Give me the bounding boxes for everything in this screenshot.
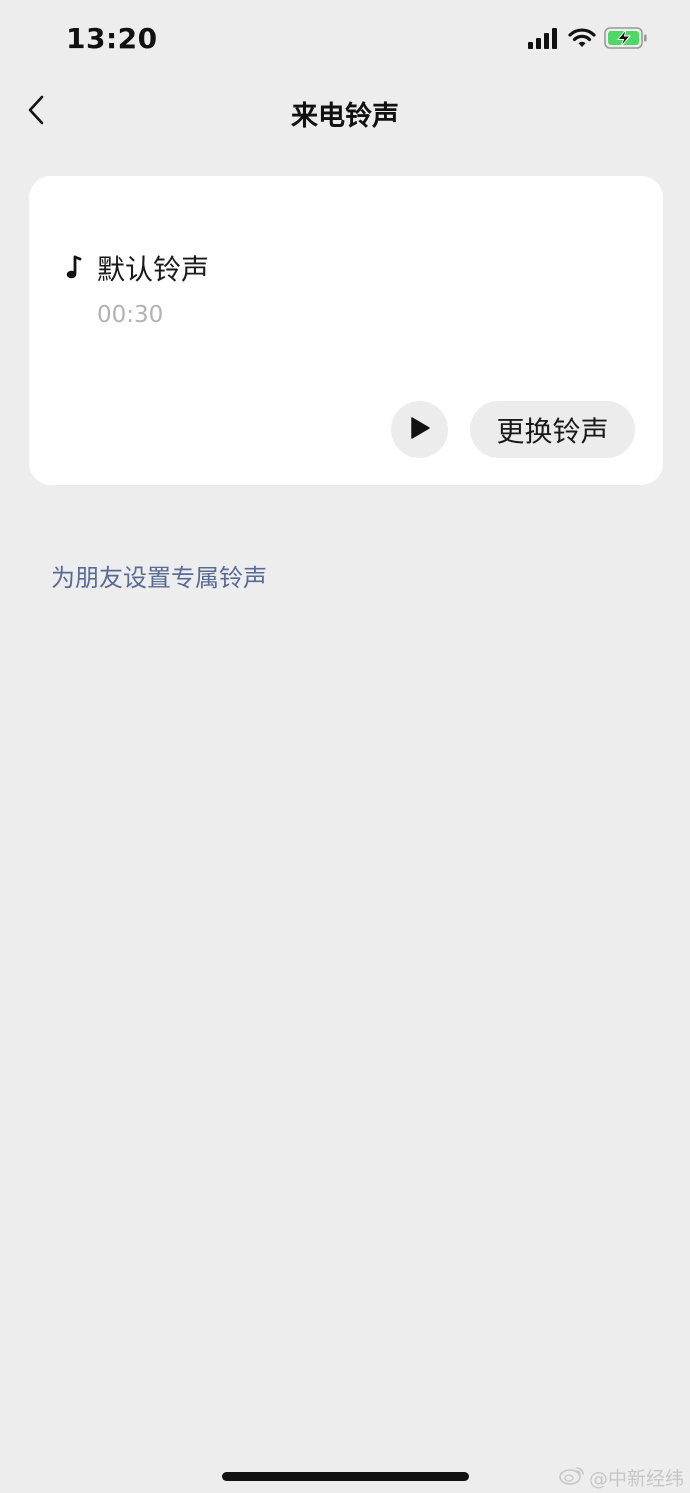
play-button[interactable]	[391, 401, 448, 458]
page-title: 来电铃声	[291, 101, 399, 132]
weibo-logo-icon	[559, 1465, 585, 1490]
change-ringtone-button[interactable]: 更换铃声	[470, 401, 635, 458]
navigation-bar: 来电铃声	[0, 80, 690, 144]
ringtone-name: 默认铃声	[97, 253, 210, 286]
status-icons	[528, 26, 648, 54]
play-icon	[409, 416, 431, 444]
music-note-icon	[63, 253, 85, 283]
watermark: @中新经纬	[559, 1464, 684, 1491]
ringtone-info: 默认铃声	[63, 248, 209, 288]
ringtone-card: 默认铃声 00:30 更换铃声	[29, 176, 663, 485]
status-time: 13:20	[66, 22, 158, 55]
ringtone-duration: 00:30	[97, 302, 164, 328]
home-indicator[interactable]	[222, 1472, 469, 1481]
cellular-signal-icon	[528, 27, 560, 53]
status-bar: 13:20	[0, 0, 690, 80]
battery-charging-icon	[604, 26, 648, 54]
wifi-icon	[568, 27, 596, 53]
watermark-text: @中新经纬	[588, 1468, 684, 1490]
friend-ringtone-link[interactable]: 为朋友设置专属铃声	[51, 558, 267, 593]
